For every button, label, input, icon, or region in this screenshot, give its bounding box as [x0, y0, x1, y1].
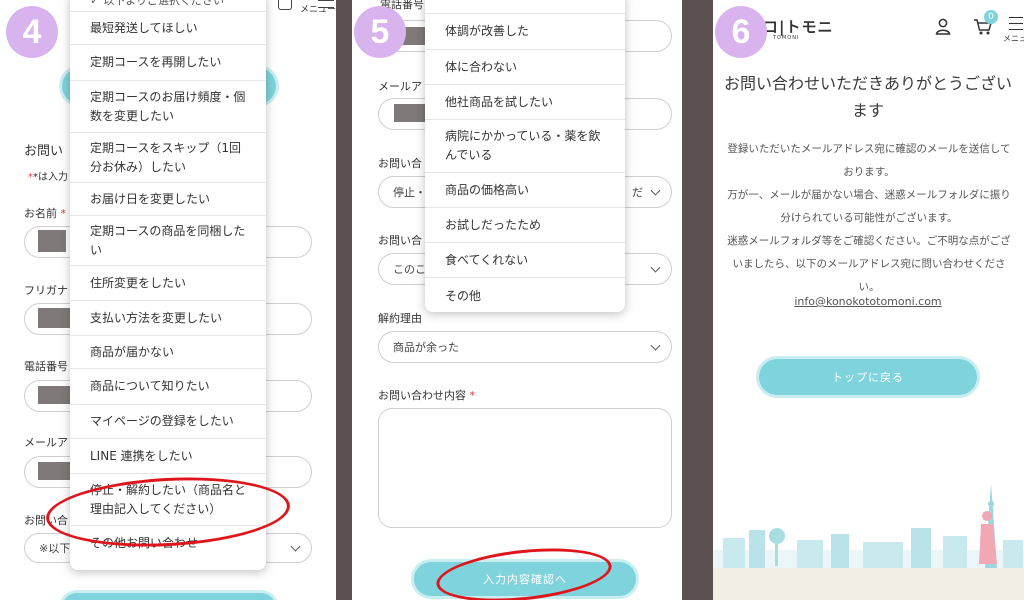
bottom-teal-button[interactable] [62, 593, 276, 600]
mail-label: メールア [378, 80, 422, 93]
dropdown-option[interactable]: 体調が改善した [425, 14, 625, 50]
chevron-down-icon [290, 541, 301, 552]
dropdown-option[interactable]: その他お問い合わせ [70, 526, 266, 560]
dropdown-option-cancel[interactable]: 停止・解約したい（商品名と理由記入してください） [70, 474, 266, 526]
chevron-down-icon [650, 262, 661, 273]
required-note: **は入力 [28, 172, 68, 183]
dropdown-option[interactable]: その他 [425, 278, 625, 312]
dropdown-option[interactable]: 最短発送してほしい [70, 12, 266, 45]
menu-icon[interactable] [1009, 17, 1023, 30]
kana-label: フリガナ [24, 284, 68, 297]
menu-label: メニュー [300, 5, 336, 15]
site-logo[interactable]: コ|トモニ TOMONI [763, 16, 833, 41]
reason-select[interactable]: 商品が余った [378, 331, 672, 363]
dropdown-option[interactable]: お届け日を変更したい [70, 183, 266, 216]
redacted-value [38, 230, 66, 252]
step-badge: 6 [715, 6, 767, 58]
section-title: お問い [24, 144, 64, 159]
dropdown-option[interactable]: 定期コースのお届け頻度・個数を変更したい [70, 81, 266, 133]
dropdown-option[interactable]: マイページの登録をしたい [70, 405, 266, 439]
select-value-tail: だ [632, 186, 643, 199]
dropdown-option-placeholder[interactable]: ✓ 以下よりご選択ください [70, 0, 266, 12]
dropdown-option[interactable]: 商品が届かない [70, 336, 266, 369]
panel-step-4: 4 メニュー お問い **は入力 お名前 * フリガナ 電話番号 メールア お問… [0, 0, 336, 600]
name-label: お名前 * [24, 207, 66, 220]
cart-icon[interactable] [278, 0, 292, 10]
dropdown-option[interactable]: 商品の価格高い [425, 173, 625, 208]
user-icon[interactable] [935, 18, 951, 35]
reason-dropdown[interactable]: 体調が改善した 体に合わない 他社商品を試したい 病院にかかっている・薬を飲んで… [425, 0, 625, 312]
select-value: 商品が余った [393, 341, 459, 354]
confirmation-message: 登録いただいたメールアドレス宛に確認のメールを送信しております。 万が一、メール… [727, 143, 1011, 293]
content-label: お問い合わせ内容 * [378, 389, 475, 402]
dropdown-option[interactable]: 支払い方法を変更したい [70, 301, 266, 336]
dropdown-option[interactable]: 病院にかかっている・薬を飲んでいる [425, 120, 625, 173]
select-value: このこ [393, 263, 426, 276]
dropdown-option[interactable]: 商品について知りたい [70, 369, 266, 405]
dropdown-option[interactable]: 他社商品を試したい [425, 85, 625, 120]
inquiry-label: お問い合 [378, 157, 422, 170]
dropdown-option[interactable]: 食べてくれない [425, 243, 625, 278]
chevron-down-icon [650, 340, 661, 351]
menu-label: メニュ [1003, 34, 1024, 43]
mail-label: メールア [24, 436, 68, 449]
dropdown-option[interactable]: お試しだったため [425, 208, 625, 243]
content-textarea[interactable] [378, 408, 672, 528]
dropdown-option[interactable]: 定期コースをスキップ（1回分お休み）したい [70, 133, 266, 183]
step-badge: 5 [354, 6, 406, 58]
confirm-button[interactable]: 入力内容確認へ [414, 562, 636, 596]
phone-label: 電話番号 [24, 360, 68, 373]
dropdown-option-partial[interactable] [425, 0, 625, 14]
step-badge: 4 [6, 6, 58, 58]
reason-label: 解約理由 [378, 312, 422, 325]
inquiry-label: お問い合 [24, 514, 68, 527]
dropdown-option[interactable]: 住所変更をしたい [70, 266, 266, 301]
dropdown-option[interactable]: 定期コースを再開したい [70, 45, 266, 81]
back-to-top-button[interactable]: トップに戻る [759, 359, 977, 395]
dropdown-option[interactable]: LINE 連携をしたい [70, 439, 266, 474]
chevron-down-icon [650, 185, 661, 196]
thanks-heading: お問い合わせいただきありがとうございます [723, 74, 1012, 120]
cart-count-badge: 0 [984, 10, 998, 24]
dropdown-option[interactable]: 体に合わない [425, 50, 625, 85]
panel-step-6: 6 コ|トモニ TOMONI 0 メニュ お問い合わせいただきありがとうございま… [713, 0, 1024, 600]
dropdown-option[interactable]: 定期コースの商品を同梱したい [70, 216, 266, 266]
inquiry-label-2: お問い合 [378, 234, 422, 247]
contact-email-link[interactable]: info@konokototomoni.com [723, 295, 1013, 308]
select-value: ※以下 [39, 542, 71, 555]
select-value: 停止・ [393, 186, 426, 199]
inquiry-dropdown[interactable]: ✓ 以下よりご選択ください 最短発送してほしい 定期コースを再開したい 定期コー… [70, 0, 266, 570]
panel-step-5: 5 電話番号 メールア お問い合 停止・ だ お問い合 このこ 解約理由 商品が… [352, 0, 682, 600]
city-skyline-illustration [713, 484, 1024, 600]
